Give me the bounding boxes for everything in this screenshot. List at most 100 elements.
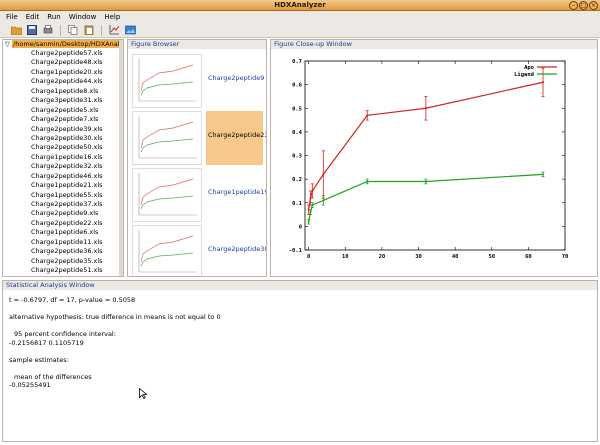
title-bar: HDXAnalyzer – □ ×	[0, 0, 600, 11]
legend-label: Apo	[524, 65, 535, 71]
expand-arrow-icon[interactable]: ▽	[5, 40, 10, 48]
y-tick-label: 0.3	[292, 154, 302, 160]
x-tick-label: 10	[342, 254, 349, 260]
file-list-item[interactable]: Charge1peptide6.xls	[31, 228, 123, 237]
menu-file[interactable]: File	[6, 13, 18, 21]
data-point	[322, 199, 325, 202]
file-list-item[interactable]: Charge2peptide30.xls	[31, 134, 123, 143]
toolbar	[0, 23, 600, 38]
stats-output: t = -0.6797, df = 17, p-value = 0.5058 a…	[3, 290, 597, 390]
figure-thumbnail-item[interactable]: Charge2peptide9	[132, 54, 264, 108]
figure-thumbnail-label[interactable]: Charge2peptide9	[208, 74, 264, 82]
file-list-item[interactable]: Charge1peptide20.xls	[31, 68, 123, 77]
print-icon[interactable]	[42, 24, 54, 36]
data-point	[322, 173, 325, 176]
file-list-item[interactable]: Charge2peptide51.xls	[31, 266, 123, 275]
file-list-item[interactable]: Charge2peptide39.xls	[31, 125, 123, 134]
data-point	[311, 204, 314, 207]
file-list-item[interactable]: Charge1peptide21.xls	[31, 181, 123, 190]
paste-icon[interactable]	[83, 24, 95, 36]
close-button[interactable]: ×	[589, 1, 598, 10]
data-point	[309, 211, 312, 214]
x-tick-label: 70	[562, 254, 569, 260]
figure-thumbnail-item[interactable]: Charge1peptide19	[132, 168, 266, 222]
menu-run[interactable]: Run	[47, 13, 60, 21]
file-list-item[interactable]: Charge2peptide37.xls	[31, 200, 123, 209]
save-icon[interactable]	[26, 24, 38, 36]
file-list-item[interactable]: Charge2peptide35.xls	[31, 257, 123, 266]
figure-thumbnail-image[interactable]	[132, 168, 202, 222]
estimate-name: mean of the differences	[14, 372, 92, 381]
stats-title: Statistical Analysis Window	[3, 281, 597, 290]
file-list-item[interactable]: Charge2peptide7.xls	[31, 115, 123, 124]
file-list-item[interactable]: Charge1peptide8.xls	[31, 87, 123, 96]
file-list-item[interactable]: Charge2peptide48.xls	[31, 58, 123, 67]
figure-thumbnail-image[interactable]	[132, 54, 202, 108]
figure-thumbnail-image[interactable]	[132, 225, 202, 276]
tree-root-path: /home/sanmin/Desktop/HDXAnaly	[12, 40, 123, 48]
toolbar-separator	[60, 24, 61, 36]
closeup-chart: -0.1 0 0.1 0.2 0.3 0.4 0.5 0.6 0.7 0 10 20 30 40 50 60 7…	[289, 59, 569, 260]
figure-thumbnail-label[interactable]: Charge2peptide30	[208, 245, 266, 253]
file-tree-panel: ▽ /home/sanmin/Desktop/HDXAnaly Charge2p…	[2, 39, 124, 277]
tree-root[interactable]: ▽ /home/sanmin/Desktop/HDXAnaly	[3, 40, 123, 49]
data-point	[424, 107, 427, 110]
file-list-item[interactable]: Charge2peptide57.xls	[31, 49, 123, 58]
figure-thumbnail-image[interactable]	[132, 111, 202, 165]
file-list-item[interactable]: Charge2peptide9.xls	[31, 209, 123, 218]
copy-icon[interactable]	[67, 24, 79, 36]
y-tick-label: 0.5	[292, 106, 302, 112]
ci-values: -0.2156817 0.1105719	[9, 338, 84, 347]
toolbar-separator	[101, 24, 102, 36]
data-point	[542, 173, 545, 176]
file-list-item[interactable]: Charge2peptide32.xls	[31, 162, 123, 171]
file-list-item[interactable]: Charge1peptide11.xls	[31, 238, 123, 247]
legend-label: Ligand	[514, 72, 534, 78]
file-list-item[interactable]: Charge2peptide46.xls	[31, 172, 123, 181]
x-tick-label: 60	[525, 254, 532, 260]
menu-edit[interactable]: Edit	[26, 13, 40, 21]
menu-bar: File Edit Run Window Help	[0, 11, 600, 23]
figure-thumbnail-item[interactable]: Charge2peptide30	[132, 225, 266, 276]
y-tick-label: 0.7	[292, 59, 302, 65]
mouse-cursor-icon	[139, 387, 148, 402]
estimate-value: -0.05255491	[9, 381, 51, 389]
x-tick-label: 40	[452, 254, 459, 260]
figure-browser-panel: Figure Browser Charge2peptide9 Charge2pep…	[127, 39, 267, 277]
figure-thumbnail-item[interactable]: Charge2peptide23	[132, 111, 266, 165]
data-point	[542, 81, 545, 84]
x-tick-label: 20	[379, 254, 386, 260]
y-tick-label: 0.1	[292, 201, 303, 207]
figure-browser-title: Figure Browser	[128, 40, 266, 49]
file-list-item[interactable]: Charge2peptide44.xls	[31, 77, 123, 86]
image-icon[interactable]	[124, 24, 136, 36]
minimize-button[interactable]: –	[569, 1, 578, 10]
data-point	[311, 189, 314, 192]
file-list-item[interactable]: Charge2peptide36.xls	[31, 247, 123, 256]
data-point	[307, 220, 310, 223]
x-tick-label: 30	[415, 254, 422, 260]
alternative-hypothesis: alternative hypothesis: true difference …	[9, 313, 221, 321]
plot-frame	[304, 60, 566, 251]
estimates-label: sample estimates:	[9, 355, 69, 364]
menu-window[interactable]: Window	[69, 13, 97, 21]
maximize-button[interactable]: □	[579, 1, 588, 10]
file-list-item[interactable]: Charge3peptide31.xls	[31, 96, 123, 105]
chart-icon[interactable]	[108, 24, 120, 36]
y-tick-label: 0.2	[292, 177, 302, 183]
y-tick-label: 0.6	[292, 83, 303, 89]
menu-help[interactable]: Help	[104, 13, 120, 21]
figure-thumbnail-label[interactable]: Charge2peptide23	[208, 131, 266, 139]
file-list-item[interactable]: Charge2peptide5.xls	[31, 106, 123, 115]
figure-thumbnail-label[interactable]: Charge1peptide19	[208, 188, 266, 196]
file-list-item[interactable]: Charge1peptide55.xls	[31, 191, 123, 200]
y-tick-label: -0.1	[289, 248, 303, 254]
ci-label: 95 percent confidence interval:	[14, 330, 116, 338]
figure-closeup-panel: Figure Close-up Window -0.1 0 0.1 0.2 0.3 0.4…	[270, 39, 598, 277]
open-folder-icon[interactable]	[10, 24, 22, 36]
file-list-item[interactable]: Charge2peptide50.xls	[31, 143, 123, 152]
x-tick-label: 50	[488, 254, 495, 260]
file-list-item[interactable]: Charge1peptide16.xls	[31, 153, 123, 162]
tree-scrollbar[interactable]	[119, 40, 123, 276]
file-list-item[interactable]: Charge2peptide22.xls	[31, 219, 123, 228]
